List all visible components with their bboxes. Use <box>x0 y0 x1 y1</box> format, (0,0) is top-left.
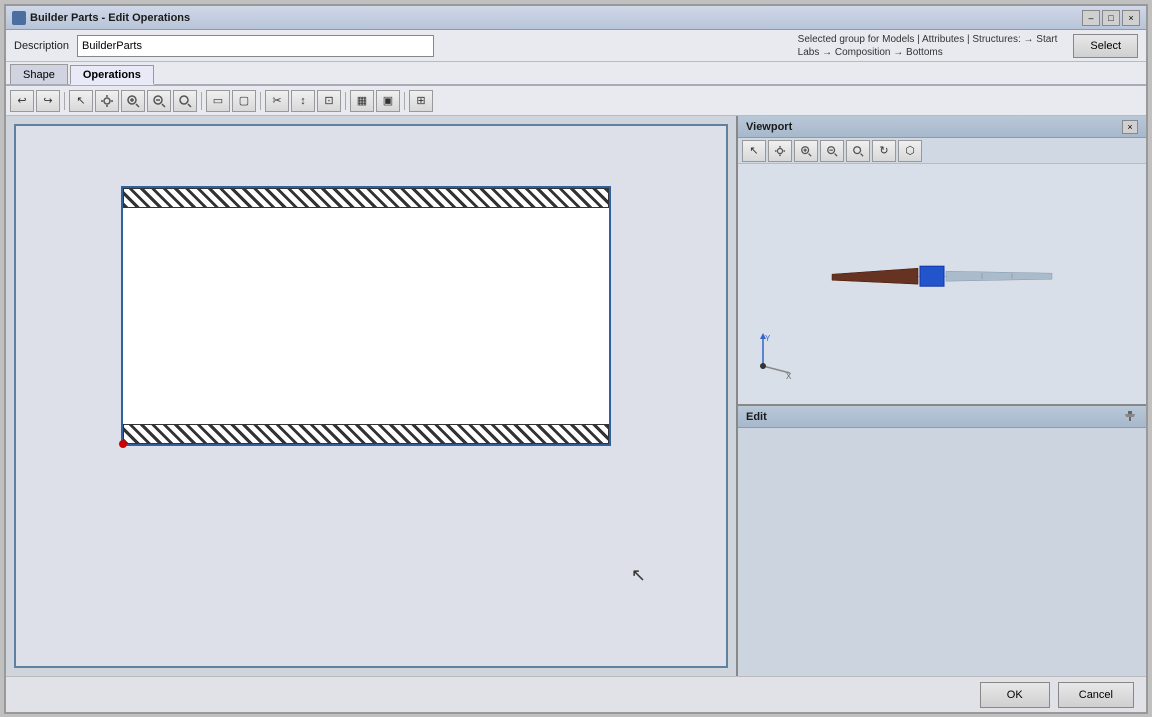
tool-select[interactable]: ↖ <box>69 90 93 112</box>
title-text: Builder Parts - Edit Operations <box>30 12 1082 24</box>
tool-settings[interactable] <box>95 90 119 112</box>
pin-icon <box>1124 411 1136 423</box>
description-row: Description Selected group for Models | … <box>6 30 1146 62</box>
ok-button[interactable]: OK <box>980 682 1050 708</box>
vp-zoom-out-icon <box>826 145 838 157</box>
viewport-section: Viewport × ↖ <box>738 116 1146 406</box>
bottom-bar: OK Cancel <box>6 676 1146 712</box>
toolbar-separator-4 <box>345 92 346 110</box>
hatch-bar-bottom <box>123 424 609 444</box>
edit-pin-button[interactable] <box>1122 410 1138 424</box>
viewport-toolbar: ↖ <box>738 138 1146 164</box>
tool-select-box[interactable]: ▢ <box>232 90 256 112</box>
viewport-close-button[interactable]: × <box>1122 120 1138 134</box>
zoom-in-icon <box>126 94 140 108</box>
tool-grid1[interactable]: ▦ <box>350 90 374 112</box>
description-input[interactable] <box>77 35 434 57</box>
canvas-content <box>121 186 621 446</box>
toolbar-separator-3 <box>260 92 261 110</box>
edit-header: Edit <box>738 406 1146 428</box>
3d-shape-container <box>822 246 1062 309</box>
tool-zoom-out[interactable] <box>147 90 171 112</box>
tab-operations[interactable]: Operations <box>70 65 154 85</box>
tool-cross[interactable]: ⊡ <box>317 90 341 112</box>
right-panel: Viewport × ↖ <box>736 116 1146 676</box>
viewport-header: Viewport × <box>738 116 1146 138</box>
toolbar: ↩ ↪ ↖ <box>6 86 1146 116</box>
shape-box <box>121 186 611 446</box>
close-window-button[interactable]: × <box>1122 10 1140 26</box>
hatch-bar-top <box>123 188 609 208</box>
select-button[interactable]: Select <box>1073 34 1138 58</box>
vp-tool-zoom-fit[interactable] <box>846 140 870 162</box>
toolbar-separator-2 <box>201 92 202 110</box>
canvas-area[interactable]: ↖ <box>6 116 736 676</box>
zoom-fit-icon <box>178 94 192 108</box>
title-controls: – □ × <box>1082 10 1140 26</box>
axis-indicator: Y X <box>748 331 798 384</box>
vp-tool-zoom-out[interactable] <box>820 140 844 162</box>
tool-layers[interactable]: ⊞ <box>409 90 433 112</box>
tool-arrow[interactable]: ↕ <box>291 90 315 112</box>
vp-tool-settings[interactable] <box>768 140 792 162</box>
maximize-button[interactable]: □ <box>1102 10 1120 26</box>
dot-marker <box>119 440 127 448</box>
selected-group-text1: Selected group for Models | Attributes |… <box>798 33 1058 46</box>
main-window: Builder Parts - Edit Operations – □ × De… <box>4 4 1148 714</box>
description-label: Description <box>14 40 69 52</box>
selected-group-text2: Labs → Composition → Bottoms <box>798 46 943 59</box>
edit-section: Edit <box>738 406 1146 676</box>
tool-undo[interactable]: ↩ <box>10 90 34 112</box>
axis-svg: Y X <box>748 331 798 381</box>
vp-tool-3d[interactable]: ⬡ <box>898 140 922 162</box>
edit-title: Edit <box>746 411 1122 423</box>
gear-icon <box>100 94 114 108</box>
cursor-indicator: ↖ <box>631 565 646 586</box>
toolbar-separator-5 <box>404 92 405 110</box>
tool-zoom-fit[interactable] <box>173 90 197 112</box>
tool-cut[interactable]: ✂ <box>265 90 289 112</box>
svg-text:X: X <box>786 372 792 381</box>
toolbar-separator-1 <box>64 92 65 110</box>
vp-zoom-in-icon <box>800 145 812 157</box>
title-bar: Builder Parts - Edit Operations – □ × <box>6 6 1146 30</box>
canvas-inner[interactable]: ↖ <box>14 124 728 668</box>
3d-shape-svg <box>822 246 1062 306</box>
tool-frame[interactable]: ▭ <box>206 90 230 112</box>
svg-text:Y: Y <box>765 334 771 343</box>
tool-grid2[interactable]: ▣ <box>376 90 400 112</box>
main-content: ↖ Viewport × ↖ <box>6 116 1146 676</box>
minimize-button[interactable]: – <box>1082 10 1100 26</box>
cancel-button[interactable]: Cancel <box>1058 682 1134 708</box>
viewport-body: Y X <box>738 164 1146 404</box>
edit-body <box>738 428 1146 676</box>
vp-tool-zoom-in[interactable] <box>794 140 818 162</box>
tool-zoom-in[interactable] <box>121 90 145 112</box>
tabs-row: Shape Operations <box>6 62 1146 86</box>
vp-zoom-fit-icon <box>852 145 864 157</box>
vp-tool-rotate[interactable]: ↻ <box>872 140 896 162</box>
vp-tool-select[interactable]: ↖ <box>742 140 766 162</box>
title-icon <box>12 11 26 25</box>
vp-gear-icon <box>774 145 786 157</box>
tool-redo[interactable]: ↪ <box>36 90 60 112</box>
viewport-title: Viewport <box>746 121 1122 133</box>
tab-shape[interactable]: Shape <box>10 64 68 84</box>
zoom-out-icon <box>152 94 166 108</box>
